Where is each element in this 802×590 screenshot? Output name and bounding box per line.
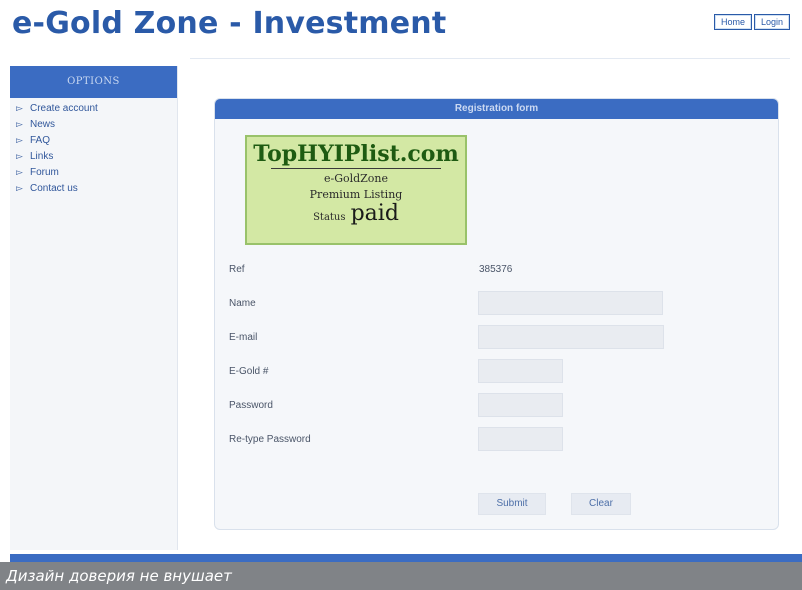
badge-status-line: Status paid [247, 203, 465, 225]
badge-divider [271, 168, 441, 169]
options-header: OPTIONS [10, 66, 177, 98]
sidebar-item-contact-us[interactable]: ▻ Contact us [16, 181, 175, 195]
form-title: Registration form [215, 99, 778, 119]
egold-account-label: E-Gold # [229, 366, 269, 377]
sidebar-item-label: FAQ [30, 134, 51, 146]
badge-project-name: e-GoldZone [323, 172, 389, 185]
home-button[interactable]: Home [713, 14, 752, 30]
submit-button[interactable]: Submit [478, 493, 546, 515]
site-title: e-Gold Zone - Investment [12, 6, 447, 41]
arrow-bullet-icon: ▻ [16, 134, 23, 145]
ref-label: Ref [229, 264, 245, 275]
sidebar-item-label: News [30, 118, 56, 130]
sidebar-item-create-account[interactable]: ▻ Create account [16, 101, 175, 115]
arrow-bullet-icon: ▻ [16, 182, 23, 193]
top-nav: Home Login [713, 14, 790, 30]
badge-status-value: paid [350, 201, 399, 226]
header-divider [190, 58, 790, 59]
password-input[interactable] [478, 393, 563, 417]
sidebar-item-news[interactable]: ▻ News [16, 117, 175, 131]
email-input[interactable] [478, 325, 664, 349]
badge-site-name: TopHYIPlist.com [253, 141, 459, 167]
arrow-bullet-icon: ▻ [16, 102, 23, 113]
sidebar-item-label: Links [30, 150, 54, 162]
sidebar-menu: ▻ Create account ▻ News ▻ FAQ ▻ Links ▻ … [10, 98, 177, 195]
egold-account-input[interactable] [478, 359, 563, 383]
name-input[interactable] [478, 291, 663, 315]
footer-bar [10, 554, 802, 562]
sidebar-item-label: Create account [30, 102, 98, 114]
password-label: Password [229, 400, 273, 411]
ref-value: 385376 [479, 264, 513, 275]
tophyiplist-badge[interactable]: TopHYIPlist.com e-GoldZone Premium Listi… [245, 135, 467, 245]
badge-status-label: Status [313, 212, 346, 223]
sidebar-item-label: Contact us [30, 182, 78, 194]
retype-password-label: Re-type Password [229, 434, 311, 445]
email-label: E-mail [229, 332, 258, 343]
caption: Дизайн доверия не внушает [0, 562, 802, 590]
sidebar-item-links[interactable]: ▻ Links [16, 149, 175, 163]
login-button[interactable]: Login [753, 14, 790, 30]
registration-form: Registration form TopHYIPlist.com e-Gold… [214, 98, 779, 530]
name-label: Name [229, 298, 256, 309]
sidebar: OPTIONS ▻ Create account ▻ News ▻ FAQ ▻ … [10, 66, 178, 550]
clear-button[interactable]: Clear [571, 493, 631, 515]
sidebar-item-label: Forum [30, 166, 59, 178]
sidebar-item-forum[interactable]: ▻ Forum [16, 165, 175, 179]
arrow-bullet-icon: ▻ [16, 166, 23, 177]
sidebar-item-faq[interactable]: ▻ FAQ [16, 133, 175, 147]
retype-password-input[interactable] [478, 427, 563, 451]
arrow-bullet-icon: ▻ [16, 118, 23, 129]
arrow-bullet-icon: ▻ [16, 150, 23, 161]
